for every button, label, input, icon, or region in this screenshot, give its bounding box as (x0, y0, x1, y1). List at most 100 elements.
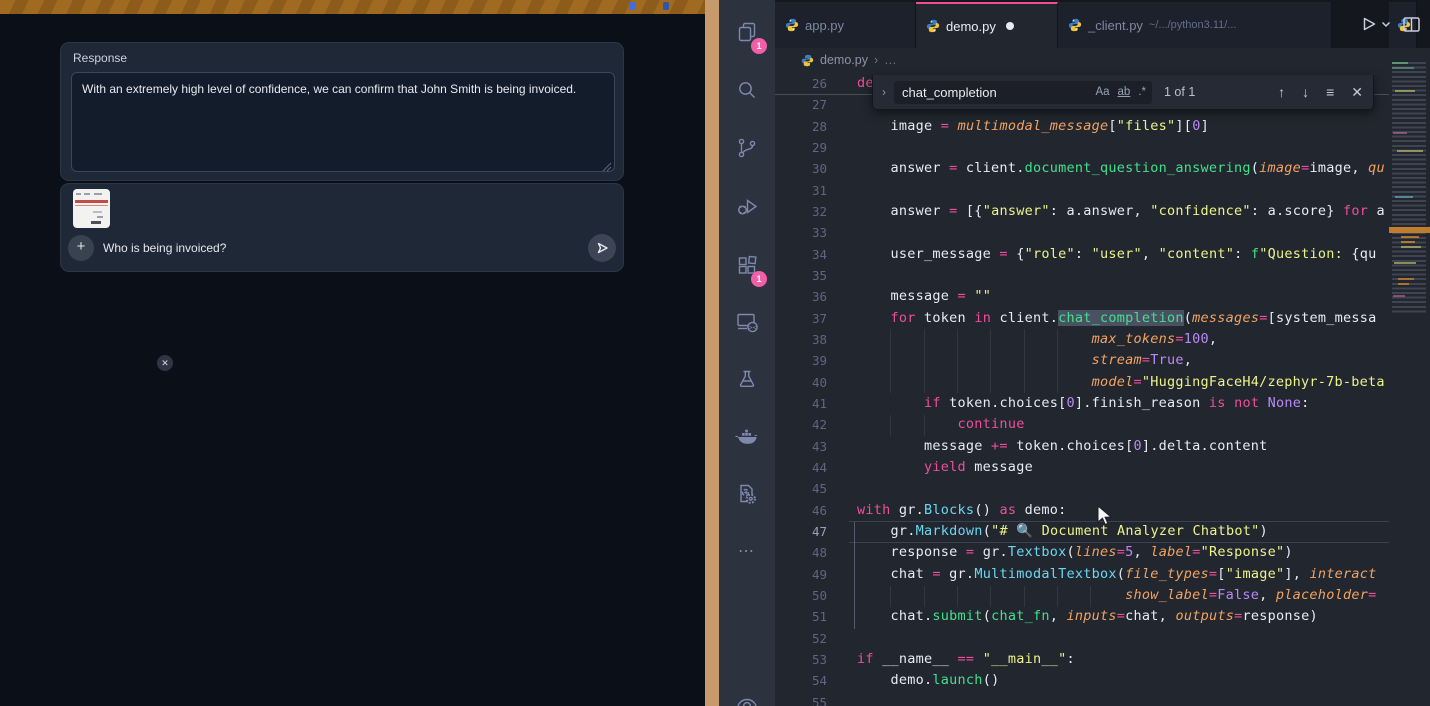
attachment-thumbnail[interactable] (73, 189, 110, 228)
match-case-button[interactable]: Aa (1095, 86, 1109, 98)
test-beaker-icon[interactable] (719, 355, 775, 403)
line-number: 51 (775, 606, 827, 627)
line-number: 40 (775, 372, 827, 393)
code-line-41[interactable]: 41 if token.choices[0].finish_reason is … (775, 393, 1389, 414)
code-line-52[interactable]: 52 (775, 628, 1389, 649)
code-line-50[interactable]: 50 show_label=False, placeholder= (775, 585, 1389, 606)
remove-attachment-button[interactable]: ✕ (157, 355, 173, 371)
breadcrumb-file[interactable]: demo.py (820, 53, 868, 67)
run-icon (1362, 16, 1377, 32)
code-line-55[interactable]: 55 (775, 692, 1389, 706)
find-in-selection-button[interactable]: ≡ (1326, 84, 1334, 101)
run-python-button[interactable] (1362, 16, 1391, 32)
code-line-51[interactable]: 51 chat.submit(chat_fn, inputs=chat, out… (775, 606, 1389, 627)
code-line-29[interactable]: 29 (775, 137, 1389, 158)
tab-app-py[interactable]: app.py (775, 2, 916, 48)
editor-actions (1362, 0, 1430, 48)
line-number: 28 (775, 116, 827, 137)
response-label: Response (73, 51, 127, 65)
line-number: 44 (775, 457, 827, 478)
tab-bar: app.py demo.py _client.py ~/.../python3.… (775, 0, 1430, 48)
response-block: Response With an extremely high level of… (60, 42, 624, 181)
line-number: 34 (775, 244, 827, 265)
explorer-icon[interactable]: 1 (719, 8, 775, 56)
chat-message-input[interactable]: Who is being invoiced? (103, 241, 226, 255)
run-debug-icon[interactable] (719, 183, 775, 231)
code-line-54[interactable]: 54 demo.launch() (775, 670, 1389, 691)
browser-extension-icon[interactable] (629, 2, 636, 10)
tools-file-gear-icon[interactable] (719, 470, 775, 518)
submit-button[interactable] (588, 234, 616, 262)
whole-word-button[interactable]: ab (1118, 86, 1131, 98)
code-line-33[interactable]: 33 (775, 222, 1389, 243)
browser-extension-icon[interactable] (663, 2, 669, 10)
screen: Response With an extremely high level of… (0, 0, 1430, 706)
python-icon (926, 19, 940, 33)
modified-dot-icon[interactable] (1006, 22, 1014, 30)
breadcrumb[interactable]: demo.py › … (801, 48, 897, 72)
code-line-31[interactable]: 31 (775, 180, 1389, 201)
code-line-46[interactable]: 46with gr.Blocks() as demo: (775, 500, 1389, 521)
code-line-42[interactable]: 42 continue (775, 414, 1389, 435)
line-number: 27 (775, 94, 827, 115)
line-number: 52 (775, 628, 827, 649)
line-number: 26 (775, 73, 827, 94)
code-line-32[interactable]: 32 answer = [{"answer": a.answer, "confi… (775, 201, 1389, 222)
tab-client-py[interactable]: _client.py ~/.../python3.11/... (1058, 2, 1332, 48)
code-line-38[interactable]: 38 max_tokens=100, (775, 329, 1389, 350)
tab-label: _client.py (1088, 18, 1143, 33)
extensions-badge: 1 (751, 271, 767, 287)
tab-label: demo.py (946, 19, 996, 34)
line-number: 43 (775, 436, 827, 457)
regex-button[interactable]: .* (1138, 86, 1146, 98)
find-previous-button[interactable]: ↑ (1278, 84, 1285, 101)
chat-input-block: ✕ + Who is being invoiced? (60, 183, 624, 272)
python-icon (785, 18, 799, 32)
add-file-button[interactable]: + (68, 235, 94, 261)
code-line-53[interactable]: 53if __name__ == "__main__": (775, 649, 1389, 670)
code-line-30[interactable]: 30 answer = client.document_question_ans… (775, 158, 1389, 179)
line-number: 35 (775, 265, 827, 286)
line-number: 31 (775, 180, 827, 201)
toggle-replace-chevron-icon[interactable]: › (873, 85, 894, 99)
source-control-icon[interactable] (719, 124, 775, 172)
response-textarea[interactable]: With an extremely high level of confiden… (71, 72, 615, 172)
line-number: 50 (775, 585, 827, 606)
find-next-button[interactable]: ↓ (1302, 84, 1309, 101)
split-editor-icon[interactable] (1403, 17, 1420, 32)
search-icon[interactable] (719, 66, 775, 114)
resize-handle-icon[interactable] (602, 162, 612, 172)
account-icon[interactable] (719, 684, 775, 706)
remote-explorer-icon[interactable]: >< (719, 298, 775, 346)
line-number: 36 (775, 286, 827, 307)
code-line-45[interactable]: 45 (775, 478, 1389, 499)
find-query[interactable]: chat_completion (902, 85, 1087, 100)
code-line-36[interactable]: 36 message = "" (775, 286, 1389, 307)
find-input[interactable]: chat_completion Aa ab .* (894, 81, 1152, 104)
code-line-48[interactable]: 48 response = gr.Textbox(lines=5, label=… (775, 542, 1389, 563)
docker-icon[interactable] (719, 413, 775, 461)
line-number: 46 (775, 500, 827, 521)
extensions-icon[interactable]: 1 (719, 241, 775, 289)
code-line-39[interactable]: 39 stream=True, (775, 350, 1389, 371)
code-editor[interactable]: 26de2728 image = multimodal_message["fil… (775, 73, 1389, 706)
minimap[interactable] (1389, 48, 1430, 706)
current-line-highlight (849, 521, 1389, 543)
more-actions-icon[interactable]: ⋯ (719, 527, 775, 575)
code-line-44[interactable]: 44 yield message (775, 457, 1389, 478)
code-line-49[interactable]: 49 chat = gr.MultimodalTextbox(file_type… (775, 564, 1389, 585)
code-line-28[interactable]: 28 image = multimodal_message["files"][0… (775, 116, 1389, 137)
minimap-search-match (1389, 227, 1430, 233)
activity-bar: 1 1 >< (719, 0, 775, 706)
code-line-40[interactable]: 40 model="HuggingFaceH4/zephyr-7b-beta (775, 372, 1389, 393)
breadcrumb-more[interactable]: … (884, 53, 897, 67)
code-line-34[interactable]: 34 user_message = {"role": "user", "cont… (775, 244, 1389, 265)
line-number: 39 (775, 350, 827, 371)
tab-demo-py[interactable]: demo.py (916, 2, 1058, 48)
send-icon (595, 241, 610, 255)
code-line-37[interactable]: 37 for token in client.chat_completion(m… (775, 308, 1389, 329)
svg-text:><: >< (749, 324, 757, 332)
code-line-43[interactable]: 43 message += token.choices[0].delta.con… (775, 436, 1389, 457)
find-close-button[interactable]: ✕ (1351, 84, 1363, 101)
code-line-35[interactable]: 35 (775, 265, 1389, 286)
